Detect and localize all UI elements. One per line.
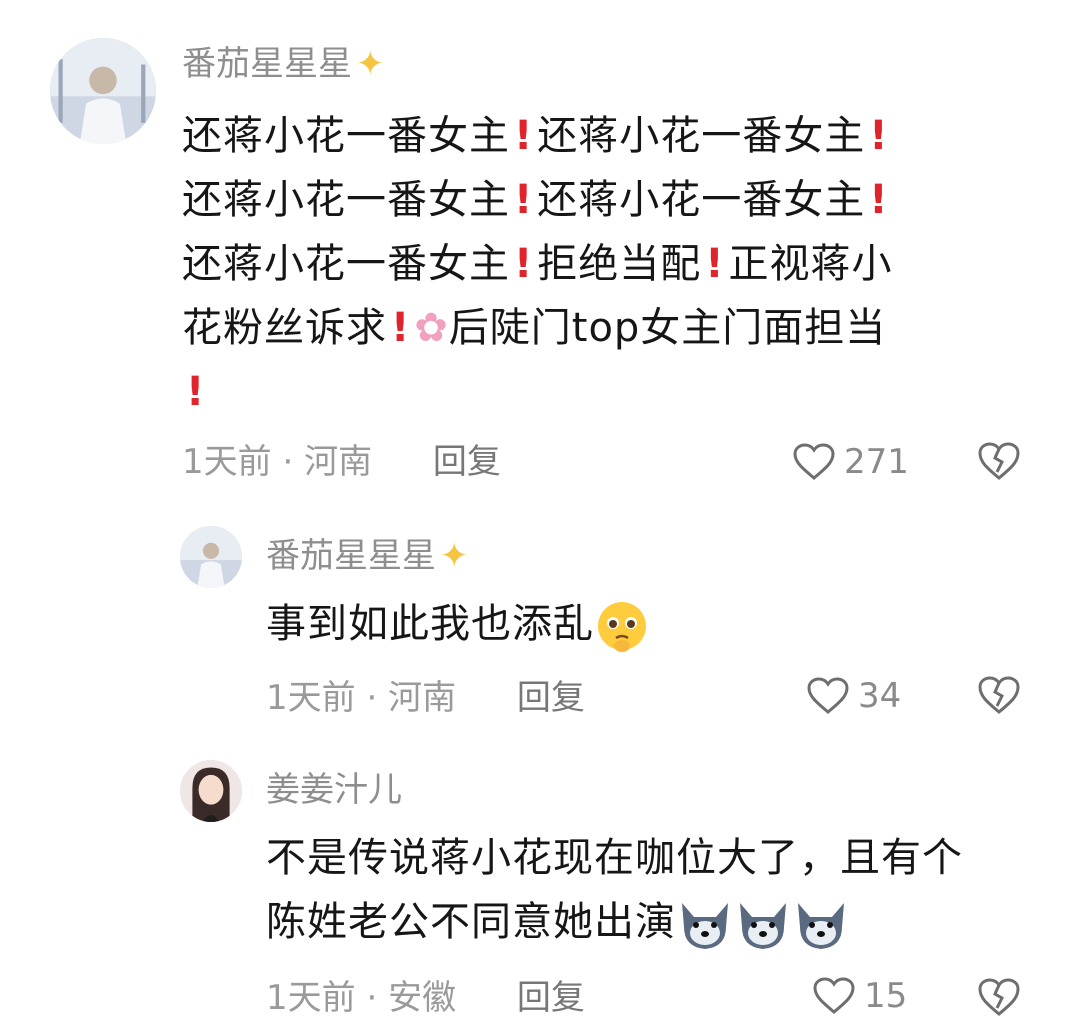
- timestamp: 1天前: [182, 442, 272, 482]
- like-button[interactable]: 271: [792, 442, 909, 482]
- avatar-photo: [50, 38, 156, 144]
- text-line: 还蒋小花一番女主! 还蒋小花一番女主!: [182, 104, 893, 168]
- husky-face-icon: [740, 903, 786, 949]
- username[interactable]: 姜姜汁儿: [266, 770, 402, 810]
- avatar[interactable]: [180, 760, 242, 822]
- reply-button[interactable]: 回复: [433, 442, 501, 482]
- broken-heart-icon[interactable]: [976, 976, 1022, 1018]
- separator: ·: [366, 978, 378, 1018]
- heart-icon: [793, 443, 835, 480]
- exclamation-icon: !: [514, 241, 534, 287]
- like-button[interactable]: 15: [812, 976, 907, 1016]
- phrase: 还蒋小花一番女主: [182, 241, 510, 287]
- separator: ·: [366, 678, 378, 718]
- timestamp: 1天前: [266, 678, 356, 718]
- like-count: 15: [864, 976, 908, 1016]
- avatar[interactable]: [50, 38, 156, 144]
- location: 安徽: [388, 978, 457, 1018]
- comment-text: 还蒋小花一番女主! 还蒋小花一番女主! 还蒋小花一番女主! 还蒋小花一番女主! 还蒋…: [182, 104, 893, 424]
- username-text: 番茄星星星: [266, 536, 436, 576]
- phrase: 还蒋小花一番女主: [182, 177, 510, 223]
- timestamp: 1天前: [266, 978, 356, 1018]
- separator: ·: [282, 442, 294, 482]
- username-text: 番茄星星星: [182, 44, 352, 84]
- like-count: 271: [844, 442, 909, 482]
- sparkle-icon: ✦: [356, 44, 385, 84]
- text-line: 还蒋小花一番女主! 拒绝当配! 正视蒋小: [182, 232, 893, 296]
- phrase: 拒绝当配: [537, 241, 702, 287]
- phrase: 还蒋小花一番女主: [537, 113, 866, 159]
- cherry-blossom-icon: ✿: [414, 305, 449, 351]
- location: 河南: [304, 442, 373, 482]
- phrase: 事到如此我也添乱: [266, 601, 594, 647]
- exclamation-icon: !: [869, 177, 889, 223]
- reply-button[interactable]: 回复: [517, 678, 585, 718]
- phrase: 正视蒋小: [728, 241, 893, 287]
- phrase: 还蒋小花一番女主: [537, 177, 866, 223]
- pleading-face-icon: [598, 602, 646, 652]
- avatar[interactable]: [180, 526, 242, 588]
- exclamation-icon: !: [514, 113, 534, 159]
- avatar-photo: [180, 760, 242, 822]
- username[interactable]: 番茄星星星 ✦: [182, 44, 385, 84]
- exclamation-icon: !: [514, 177, 534, 223]
- heart-icon: [807, 677, 849, 714]
- phrase: 花粉丝诉求: [182, 305, 387, 351]
- comment-meta: 1天前 · 河南 回复: [266, 678, 585, 718]
- reply-button[interactable]: 回复: [517, 978, 585, 1018]
- comment-meta: 1天前 · 河南 回复: [182, 442, 501, 482]
- exclamation-icon: !: [705, 241, 725, 287]
- phrase: 还蒋小花一番女主: [182, 113, 510, 159]
- text-line: 陈姓老公不同意她出演: [266, 890, 963, 954]
- text-line: 还蒋小花一番女主! 还蒋小花一番女主!: [182, 168, 893, 232]
- broken-heart-icon[interactable]: [976, 440, 1022, 482]
- comment-meta: 1天前 · 安徽 回复: [266, 978, 585, 1018]
- exclamation-icon: !: [391, 305, 411, 351]
- husky-face-icon: [682, 903, 728, 949]
- text-line: 花粉丝诉求! ✿后陡门top女主门面担当: [182, 296, 893, 360]
- broken-heart-icon[interactable]: [976, 674, 1022, 716]
- username[interactable]: 番茄星星星 ✦: [266, 536, 469, 576]
- location: 河南: [388, 678, 457, 718]
- exclamation-icon: !: [869, 113, 889, 159]
- text-line: !: [182, 360, 893, 424]
- exclamation-icon: !: [186, 369, 206, 415]
- heart-icon: [813, 977, 855, 1014]
- phrase: 后陡门top女主门面担当: [448, 305, 887, 351]
- sparkle-icon: ✦: [440, 536, 469, 576]
- like-count: 34: [858, 676, 902, 716]
- text-line: 事到如此我也添乱: [266, 592, 650, 656]
- comment-text: 事到如此我也添乱: [266, 592, 650, 656]
- text-line: 不是传说蒋小花现在咖位大了，且有个: [266, 835, 963, 881]
- avatar-photo: [180, 526, 242, 588]
- comment-text: 不是传说蒋小花现在咖位大了，且有个 陈姓老公不同意她出演: [266, 826, 963, 954]
- username-text: 姜姜汁儿: [266, 770, 402, 810]
- husky-face-icon: [798, 903, 844, 949]
- like-button[interactable]: 34: [806, 676, 901, 716]
- phrase: 陈姓老公不同意她出演: [266, 899, 676, 945]
